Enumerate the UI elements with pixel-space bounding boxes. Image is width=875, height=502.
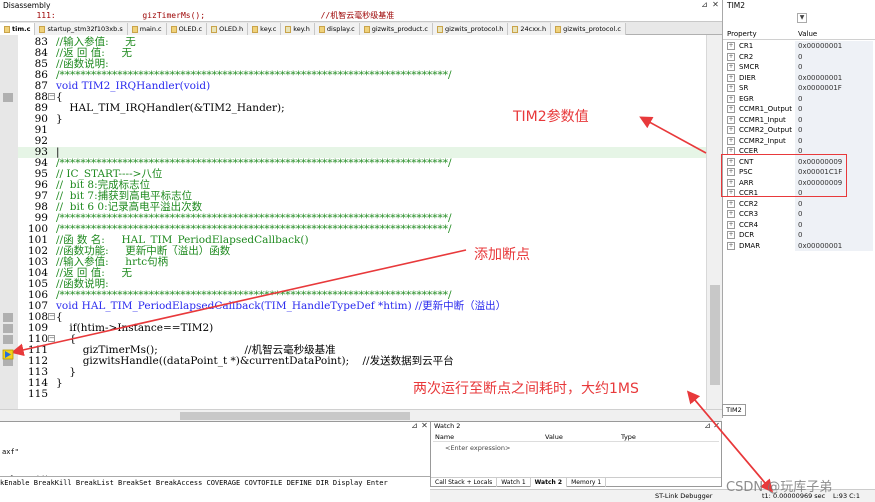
annotation-timing: 两次运行至断点之间耗时，大约1MS <box>413 381 639 397</box>
breakpoint-marker[interactable] <box>2 349 14 360</box>
annotation-breakpoint: 添加断点 <box>474 247 530 263</box>
annotation-arrows <box>2 116 774 493</box>
watermark: CSDN @玩库子弟 <box>726 480 833 495</box>
arrow-to-registers <box>639 116 707 154</box>
annotation-tim2-params: TIM2参数值 <box>513 109 589 125</box>
arrow-to-breakpoint <box>10 249 467 357</box>
